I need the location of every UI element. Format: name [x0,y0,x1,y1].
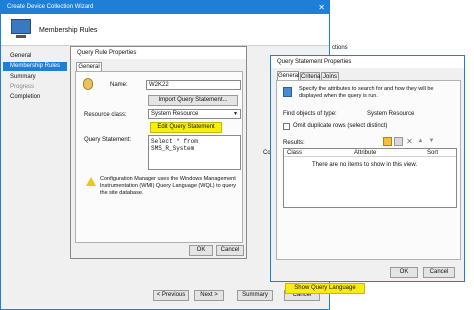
wizard-nav: General Membership Rules Summary Progres… [1,46,69,286]
query-rule-icon [83,78,93,90]
nav-item-summary[interactable]: Summary [10,73,36,81]
name-input[interactable]: W2K22 [146,80,241,90]
previous-button[interactable]: < Previous [153,290,189,301]
statement-title: Query Statement Properties [277,59,352,65]
computer-stand-icon [16,35,26,38]
statement-panel: Specify the attributes to search for and… [276,80,461,294]
column-attribute[interactable]: Attribute [354,149,376,157]
tab-general[interactable]: General [277,71,299,80]
close-icon[interactable]: ✕ [318,1,325,14]
rules-list-header: ctions [332,45,348,51]
results-header: Class Attribute Sort [284,149,456,157]
empty-results-text: There are no items to show in this view. [312,162,418,168]
statement-title-bar[interactable]: Query Statement Properties [271,56,464,68]
statement-dialog: Query Statement Properties General Crite… [270,55,465,294]
nav-item-membership-rules[interactable]: Membership Rules [3,62,67,71]
nav-item-progress[interactable]: Progress [10,83,34,91]
edit-query-button[interactable]: Edit Query Statement [150,122,222,133]
query-rule-dialog: Query Rule Properties General Name: W2K2… [70,46,247,259]
resource-class-select[interactable]: System Resource ▼ [148,109,241,119]
query-rule-title: Query Rule Properties [77,50,137,56]
resource-class-label: Resource class: [84,112,127,118]
warning-icon [86,177,96,186]
find-objects-label: Find objects of type: [283,111,337,117]
summary-button[interactable]: Summary [237,290,273,301]
move-up-icon[interactable]: ▲ [416,137,425,146]
wizard-header: Membership Rules [1,14,329,46]
edit-result-icon[interactable] [394,137,403,146]
computer-icon [11,19,31,34]
import-query-button[interactable]: Import Query Statement... [148,95,238,106]
query-line-2: SMS_R_System [151,145,195,152]
query-rule-panel: Name: W2K22 Import Query Statement... Re… [75,71,243,243]
page-heading: Membership Rules [39,27,98,34]
new-result-icon[interactable] [383,137,392,146]
move-down-icon[interactable]: ▼ [427,137,436,146]
chevron-down-icon: ▼ [233,111,238,117]
info-text: Configuration Manager uses the Windows M… [100,176,237,196]
results-label: Results: [283,140,305,146]
omit-duplicates-label: Omit duplicate rows (select distinct) [293,123,388,129]
statement-description: Specify the attributes to search for and… [299,86,434,99]
query-rule-cancel-button[interactable]: Cancel [216,245,244,256]
delete-icon[interactable]: ✕ [405,137,414,146]
query-line-1: Select * from [151,138,198,145]
query-rule-ok-button[interactable]: OK [189,245,213,256]
query-rule-title-bar[interactable]: Query Rule Properties [71,47,246,59]
wizard-title: Create Device Collection Wizard [7,4,94,10]
next-button[interactable]: Next > [194,290,224,301]
column-sort[interactable]: Sort [427,149,438,157]
tab-general[interactable]: General [76,62,102,71]
wizard-title-bar[interactable]: Create Device Collection Wizard ✕ [1,1,329,14]
query-statement-text[interactable]: Select * from SMS_R_System [148,135,241,170]
name-label: Name: [110,82,128,88]
statement-cancel-button[interactable]: Cancel [423,267,455,278]
results-list[interactable]: Class Attribute Sort There are no items … [283,148,457,208]
nav-item-completion[interactable]: Completion [10,93,40,101]
show-query-language-button[interactable]: Show Query Language [285,283,365,294]
omit-duplicates-checkbox[interactable] [283,123,290,130]
statement-ok-button[interactable]: OK [390,267,418,278]
query-statement-label: Query Statement: [84,137,132,143]
column-class[interactable]: Class [287,149,302,157]
nav-item-general[interactable]: General [10,52,31,60]
find-objects-value: System Resource [367,111,415,117]
properties-icon [283,87,292,97]
